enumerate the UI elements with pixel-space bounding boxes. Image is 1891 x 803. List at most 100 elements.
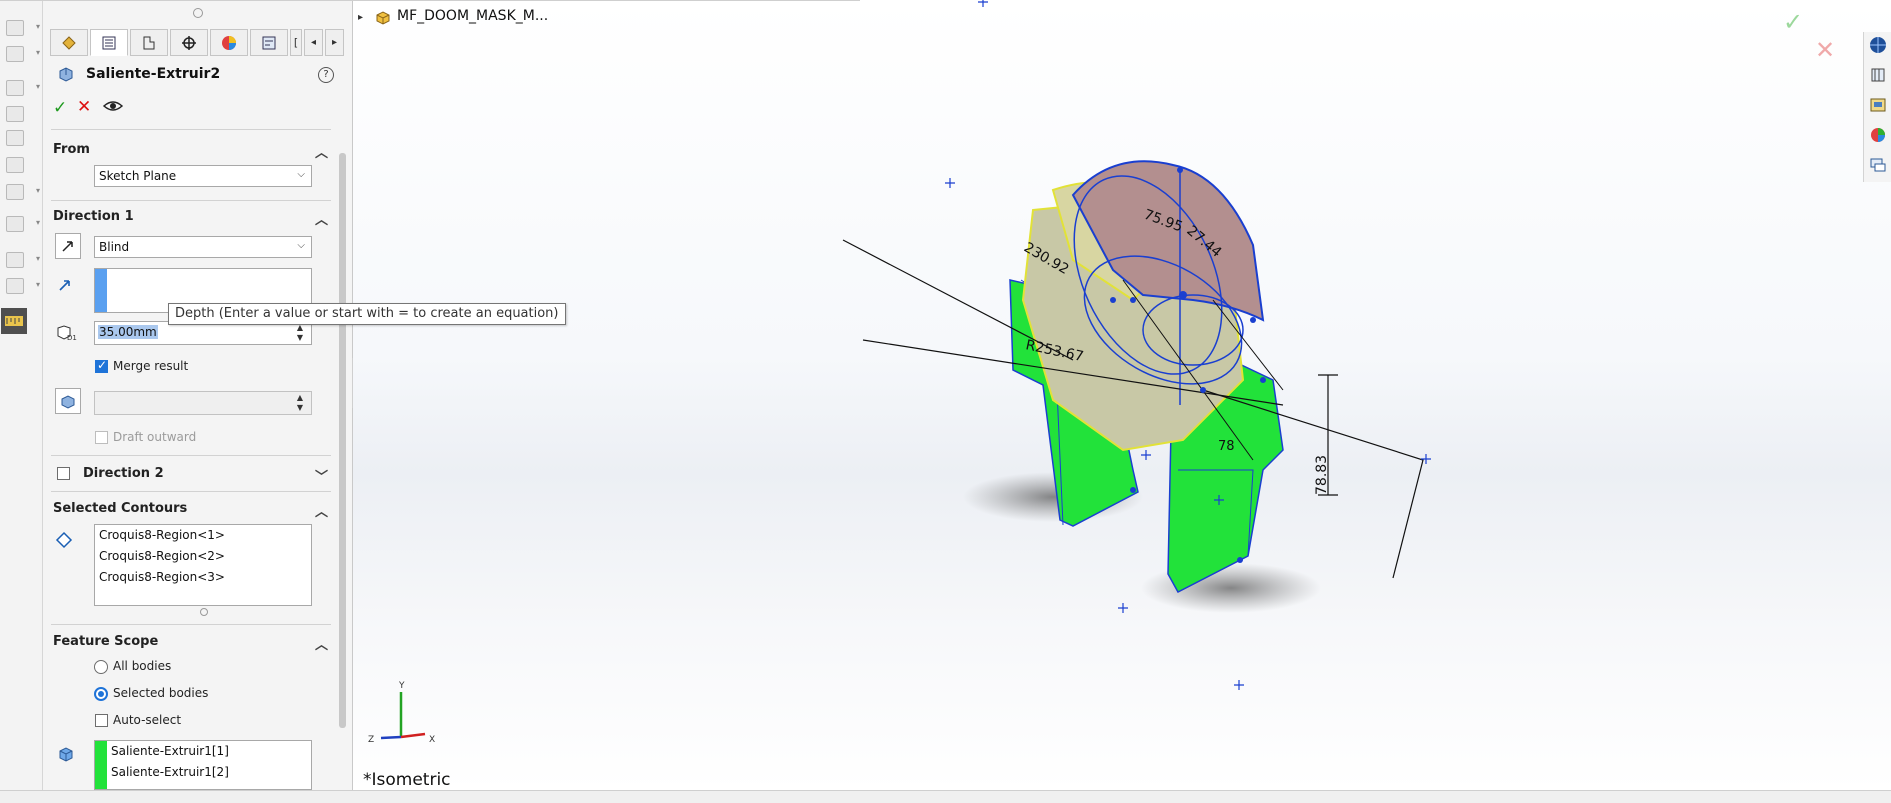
feature-scope-header-label: Feature Scope bbox=[53, 634, 159, 649]
property-manager-scrollbar[interactable] bbox=[339, 153, 346, 728]
file-explorer-icon[interactable] bbox=[1868, 96, 1888, 116]
from-selected-value: Sketch Plane bbox=[99, 169, 177, 183]
end-condition-value: Blind bbox=[99, 240, 130, 254]
part-icon bbox=[375, 10, 391, 26]
toolbar-icon-6[interactable] bbox=[4, 155, 26, 173]
toolbar-icon-3[interactable]: ▾ bbox=[4, 78, 40, 96]
dimxpert-tab-icon[interactable] bbox=[170, 29, 208, 56]
list-item[interactable]: Saliente-Extruir1[2] bbox=[95, 762, 311, 783]
collapse-chevron-icon[interactable]: ︿ bbox=[315, 501, 328, 520]
forum-chat-icon[interactable] bbox=[1868, 156, 1888, 176]
draft-toggle-button[interactable] bbox=[55, 388, 81, 414]
selected-contours-list[interactable]: Croquis8-Region<1> Croquis8-Region<2> Cr… bbox=[94, 524, 312, 606]
status-bar bbox=[0, 790, 1891, 803]
collapse-chevron-icon[interactable]: ︿ bbox=[315, 634, 328, 653]
selected-bodies-label: Selected bodies bbox=[113, 686, 209, 700]
list-resize-handle[interactable] bbox=[200, 608, 208, 616]
list-item[interactable]: Saliente-Extruir1[1] bbox=[95, 741, 311, 762]
spin-up-icon[interactable]: ▲ bbox=[291, 393, 309, 403]
model-view: 75.95 27.44 230.92 R253.67 78.83 78 Y X … bbox=[368, 0, 1431, 745]
all-bodies-label: All bodies bbox=[113, 659, 172, 673]
command-toolbar-vertical: ▾ ▾ ▾ ▾ ▾ ▾ ▾ bbox=[0, 0, 43, 790]
panel-resize-handle[interactable] bbox=[193, 8, 203, 18]
collapse-chevron-icon[interactable]: ︿ bbox=[315, 209, 328, 228]
property-manager-tab-icon[interactable] bbox=[90, 29, 128, 56]
from-select[interactable]: Sketch Plane ⌵ bbox=[94, 165, 312, 187]
feature-manager-tab-icon[interactable] bbox=[50, 29, 88, 56]
graphics-area[interactable]: 75.95 27.44 230.92 R253.67 78.83 78 Y X … bbox=[353, 0, 1891, 790]
task-pane-tabs bbox=[1863, 32, 1891, 182]
cam-tab-icon[interactable] bbox=[250, 29, 288, 56]
end-condition-select[interactable]: Blind ⌵ bbox=[94, 236, 312, 258]
extrude-feature-icon bbox=[57, 65, 75, 83]
toolbar-icon-4[interactable] bbox=[4, 104, 26, 122]
direction2-header-label: Direction 2 bbox=[83, 466, 164, 481]
contour-diamond-icon bbox=[55, 531, 73, 549]
tab-scroll-left-icon[interactable]: ◂ bbox=[304, 29, 323, 56]
draft-outward-checkbox[interactable] bbox=[95, 431, 108, 444]
toolbar-icon-2[interactable]: ▾ bbox=[4, 44, 40, 62]
display-manager-tab-icon[interactable] bbox=[210, 29, 248, 56]
selected-bodies-radio[interactable] bbox=[94, 687, 108, 701]
resources-globe-icon[interactable] bbox=[1868, 36, 1888, 56]
spin-down-icon[interactable]: ▼ bbox=[291, 403, 309, 413]
toolbar-icon-1[interactable]: ▾ bbox=[4, 18, 40, 36]
draft-angle-input[interactable]: ▲ ▼ bbox=[94, 391, 312, 415]
configuration-manager-tab-icon[interactable] bbox=[130, 29, 168, 56]
expand-chevron-icon[interactable]: ﹀ bbox=[315, 466, 328, 485]
view-orientation-label: *Isometric bbox=[363, 770, 451, 790]
toolbar-icon-5[interactable] bbox=[4, 128, 26, 146]
spin-down-icon[interactable]: ▼ bbox=[291, 333, 309, 343]
feature-tree-title[interactable]: MF_DOOM_MASK_M... bbox=[397, 8, 548, 24]
toolbar-icon-7[interactable]: ▾ bbox=[4, 182, 40, 200]
tab-scroll-right-icon[interactable]: ▸ bbox=[325, 29, 344, 56]
dim-78[interactable]: 78 bbox=[1218, 439, 1235, 454]
direction-vector-icon bbox=[57, 277, 73, 293]
dim-78-83[interactable]: 78.83 bbox=[1314, 455, 1330, 495]
cancel-x-icon[interactable]: ✕ bbox=[77, 97, 91, 117]
auto-select-checkbox[interactable] bbox=[95, 714, 108, 727]
ok-check-icon[interactable]: ✓ bbox=[53, 98, 67, 118]
confirm-corner-check-icon[interactable]: ✓ bbox=[1783, 8, 1803, 36]
selected-contours-section-header[interactable]: Selected Contours ︿ bbox=[53, 501, 328, 520]
direction2-checkbox[interactable] bbox=[57, 467, 70, 480]
svg-text:Z: Z bbox=[368, 735, 374, 745]
appearances-icon[interactable] bbox=[1868, 126, 1888, 146]
selected-contours-header-label: Selected Contours bbox=[53, 501, 188, 516]
direction1-header-label: Direction 1 bbox=[53, 209, 134, 224]
toolbar-icon-10[interactable]: ▾ bbox=[4, 276, 40, 294]
bodies-list[interactable]: Saliente-Extruir1[1] Saliente-Extruir1[2… bbox=[94, 740, 312, 790]
feature-title: Saliente-Extruir2 bbox=[86, 66, 221, 82]
merge-result-checkbox[interactable] bbox=[95, 358, 108, 373]
dimension-tool-icon[interactable] bbox=[1, 308, 27, 334]
manager-tabs: [ ◂ ▸ bbox=[50, 29, 344, 57]
design-library-icon[interactable] bbox=[1868, 66, 1888, 86]
more-tabs-icon[interactable]: [ bbox=[290, 29, 302, 56]
depth-dimension-icon: D1 bbox=[55, 324, 77, 342]
depth-value: 35.00mm bbox=[98, 325, 158, 339]
all-bodies-radio[interactable] bbox=[94, 660, 108, 674]
feature-scope-section-header[interactable]: Feature Scope ︿ bbox=[53, 634, 328, 653]
confirm-corner-x-icon[interactable]: ✕ bbox=[1815, 36, 1835, 64]
from-section-header[interactable]: From ︿ bbox=[53, 142, 328, 161]
selection-color-bar bbox=[95, 269, 107, 312]
svg-text:D1: D1 bbox=[67, 334, 77, 342]
toolbar-icon-9[interactable]: ▾ bbox=[4, 250, 40, 268]
merge-result-label: Merge result bbox=[113, 359, 189, 373]
draft-outward-label: Draft outward bbox=[113, 430, 197, 444]
reverse-direction-button[interactable] bbox=[55, 233, 81, 259]
chevron-down-icon: ⌵ bbox=[297, 240, 305, 251]
help-icon[interactable]: ? bbox=[318, 67, 334, 83]
list-item[interactable]: Croquis8-Region<3> bbox=[95, 567, 311, 588]
direction1-section-header[interactable]: Direction 1 ︿ bbox=[53, 209, 328, 228]
auto-select-label: Auto-select bbox=[113, 713, 182, 727]
preview-eye-icon[interactable] bbox=[102, 98, 124, 114]
svg-text:X: X bbox=[429, 735, 435, 745]
list-item[interactable]: Croquis8-Region<1> bbox=[95, 525, 311, 546]
direction2-section-header[interactable]: Direction 2 ﹀ bbox=[83, 466, 328, 485]
collapse-chevron-icon[interactable]: ︿ bbox=[315, 142, 328, 161]
depth-tooltip: Depth (Enter a value or start with = to … bbox=[168, 303, 566, 325]
tree-expand-arrow-icon[interactable]: ▸ bbox=[358, 12, 363, 23]
list-item[interactable]: Croquis8-Region<2> bbox=[95, 546, 311, 567]
toolbar-icon-8[interactable]: ▾ bbox=[4, 214, 40, 232]
